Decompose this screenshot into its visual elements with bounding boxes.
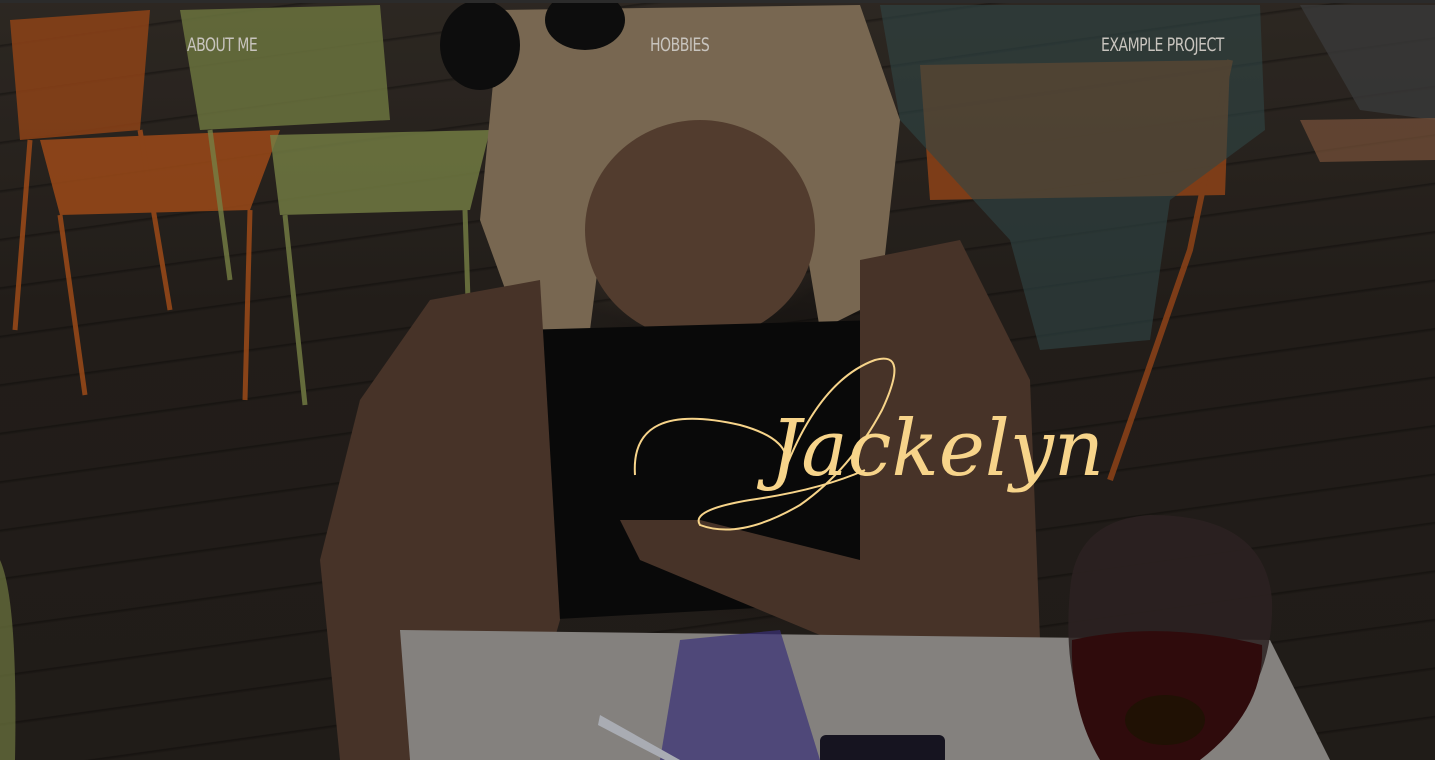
signature-logo: Jackelyn: [633, 357, 1104, 531]
nav-about-me[interactable]: ABOUT ME: [187, 30, 258, 60]
main-nav: ABOUT ME HOBBIES EXAMPLE PROJECT: [0, 30, 1435, 64]
signature-text: Jackelyn: [756, 404, 1104, 494]
person-face: [585, 120, 815, 340]
phone: [820, 735, 945, 760]
nav-example-project[interactable]: EXAMPLE PROJECT: [1101, 30, 1224, 60]
top-border: [0, 0, 1435, 3]
hero-section: ABOUT ME HOBBIES EXAMPLE PROJECT Jackely…: [0, 0, 1435, 760]
nav-hobbies[interactable]: HOBBIES: [650, 30, 710, 60]
